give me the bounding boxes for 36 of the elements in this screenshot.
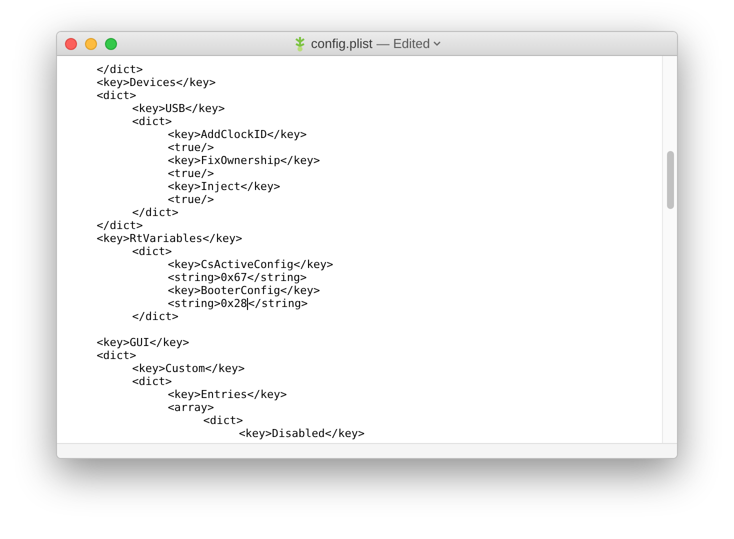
code-line: <array> [166,401,214,414]
code-line: <key>RtVariables</key> [96,232,242,245]
code-line: <key>Disabled</key> [238,427,365,440]
window-title: config.plist [311,34,372,53]
code-line: <true/> [166,167,214,180]
code-line: <dict> [202,414,243,427]
code-line: <key>USB</key> [131,102,225,115]
code-line: <key>Inject</key> [166,180,280,193]
code-line: <true/> [166,141,214,154]
code-line: <key>Entries</key> [166,388,287,401]
code-line: <string>0x28</string> [166,297,308,310]
code-line: <key>CsActiveConfig</key> [166,258,334,271]
code-line: </dict> [96,63,143,76]
code-line: <string>0x67</string> [166,271,307,284]
code-line: </dict> [131,310,178,323]
code-line: <key>FixOwnership</key> [166,154,320,167]
code-line: <true/> [166,193,214,206]
code-line: <key>BooterConfig</key> [166,284,320,297]
code-line: <key>GUI</key> [96,336,190,349]
close-button[interactable] [65,38,77,50]
edited-status[interactable]: — Edited [376,34,441,54]
minimize-button[interactable] [85,38,97,50]
scrollbar-thumb[interactable] [667,151,674,209]
code-line: <dict> [96,89,136,102]
code-line: <key>AddClockID</key> [166,128,307,141]
zoom-button[interactable] [105,38,117,50]
code-line: <key>Devices</key> [96,76,216,89]
document-icon [293,36,308,52]
code-line: <dict> [131,375,172,388]
code-line: </dict> [131,206,178,219]
code-line: </dict> [96,219,143,232]
code-line: <key>Custom</key> [131,362,245,375]
code-line: <dict> [131,245,172,258]
code-line: <dict> [96,349,136,362]
chevron-icon [432,40,441,46]
code-line: <dict> [131,115,172,128]
